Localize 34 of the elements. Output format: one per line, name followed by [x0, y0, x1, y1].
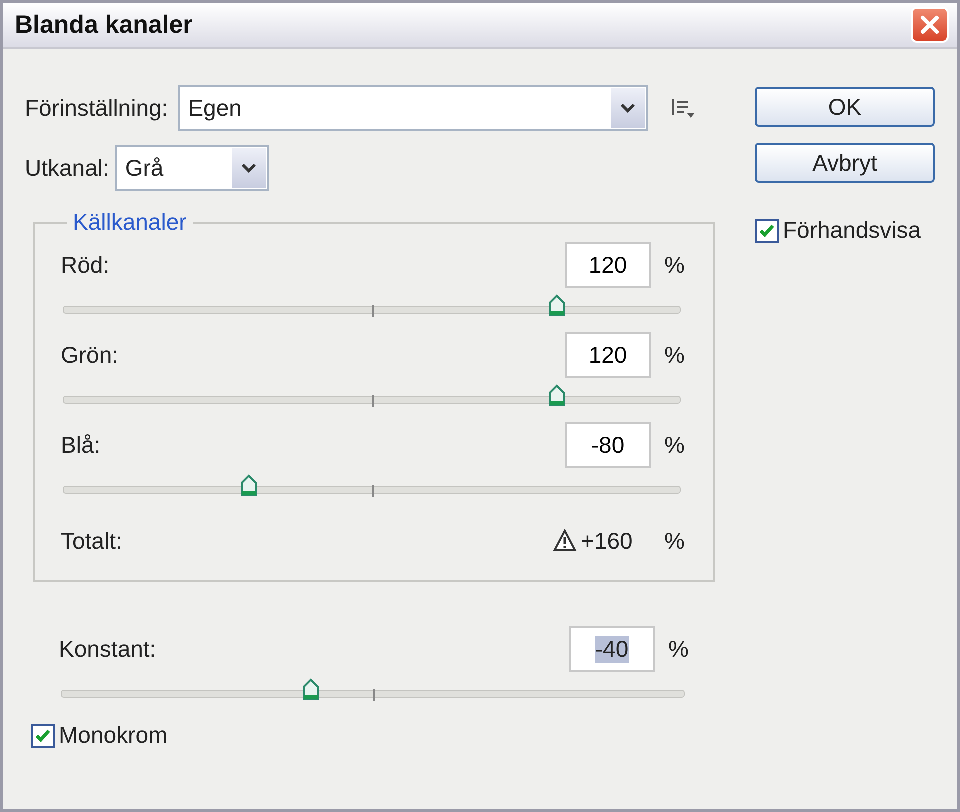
slider-thumb[interactable]: [238, 473, 259, 497]
percent-field[interactable]: -80: [565, 422, 651, 468]
monochrome-checkbox[interactable]: [31, 724, 55, 748]
close-icon: [919, 14, 941, 36]
close-button[interactable]: [911, 7, 949, 43]
slider-thumb[interactable]: [300, 677, 321, 701]
constant-label: Konstant:: [59, 636, 158, 662]
constant-field[interactable]: -40: [569, 626, 655, 672]
unit-label: %: [664, 432, 685, 458]
unit-label: %: [664, 252, 685, 278]
preview-label: Förhandsvisa: [783, 217, 922, 244]
monochrome-label: Monokrom: [59, 722, 168, 749]
menu-icon[interactable]: [670, 96, 696, 120]
preset-label: Förinställning:: [25, 94, 168, 122]
total-value: +160: [581, 528, 634, 554]
slider-thumb[interactable]: [546, 293, 567, 317]
output-channel-dropdown[interactable]: Grå: [115, 145, 270, 191]
channel-label: Röd:: [61, 252, 111, 278]
preset-dropdown[interactable]: Egen: [178, 85, 648, 131]
ok-button[interactable]: OK: [755, 87, 935, 127]
unit-label: %: [664, 342, 685, 368]
output-channel-label: Utkanal:: [25, 154, 110, 182]
group-title: Källkanaler: [72, 209, 188, 236]
total-label: Totalt:: [61, 528, 124, 554]
percent-field[interactable]: 120: [565, 242, 651, 288]
channel-label: Blå:: [61, 432, 102, 458]
window-title: Blanda kanaler: [15, 10, 193, 40]
cancel-button[interactable]: Avbryt: [755, 143, 935, 183]
unit-label: %: [668, 636, 689, 662]
channel-label: Grön:: [61, 342, 120, 368]
unit-label: %: [664, 528, 685, 554]
percent-field[interactable]: 120: [565, 332, 651, 378]
preview-checkbox[interactable]: [755, 218, 779, 242]
slider-thumb[interactable]: [546, 383, 567, 407]
